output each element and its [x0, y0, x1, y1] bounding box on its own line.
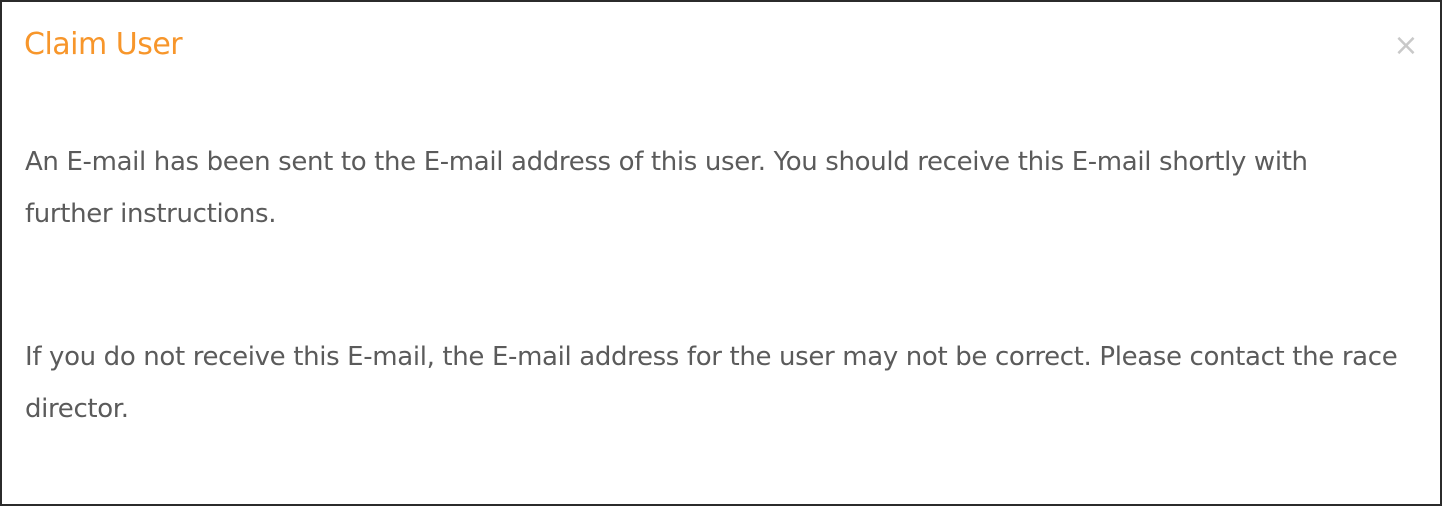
modal-title: Claim User [24, 27, 183, 62]
claim-user-modal: Claim User × An E-mail has been sent to … [0, 0, 1442, 506]
email-sent-message: An E-mail has been sent to the E-mail ad… [25, 147, 1308, 229]
modal-body: An E-mail has been sent to the E-mail ad… [25, 136, 1400, 435]
close-button[interactable]: × [1392, 28, 1420, 63]
close-icon: × [1393, 28, 1419, 63]
contact-director-message: If you do not receive this E-mail, the E… [25, 342, 1398, 424]
